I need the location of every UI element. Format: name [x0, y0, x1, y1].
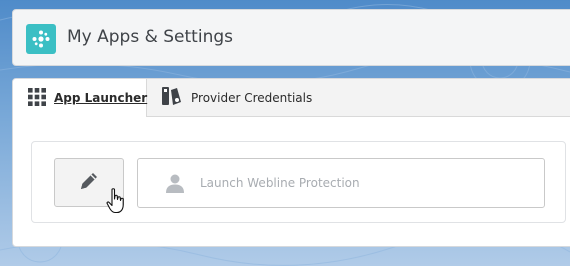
app-tile-launch-webline-protection[interactable]: Launch Webline Protection [137, 158, 545, 208]
tab-app-launcher[interactable]: App Launcher [13, 79, 147, 117]
grid-icon [28, 87, 46, 109]
tab-provider-credentials[interactable]: Provider Credentials [161, 79, 312, 116]
app-dots-icon [26, 24, 56, 54]
tab-app-launcher-label: App Launcher [54, 91, 148, 105]
tab-bar: App Launcher Provider Credentials [13, 79, 570, 117]
user-icon [165, 173, 185, 193]
pencil-icon [78, 170, 100, 196]
app-tile-label: Launch Webline Protection [200, 176, 360, 190]
credentials-icon [161, 86, 183, 109]
launcher-panel: Launch Webline Protection [31, 141, 566, 223]
app-launcher-card: App Launcher Provider Credentials Launch… [12, 78, 570, 247]
edit-button[interactable] [54, 158, 124, 207]
header-card: My Apps & Settings [12, 9, 570, 66]
page-title: My Apps & Settings [67, 27, 233, 47]
tab-provider-credentials-label: Provider Credentials [191, 90, 313, 105]
